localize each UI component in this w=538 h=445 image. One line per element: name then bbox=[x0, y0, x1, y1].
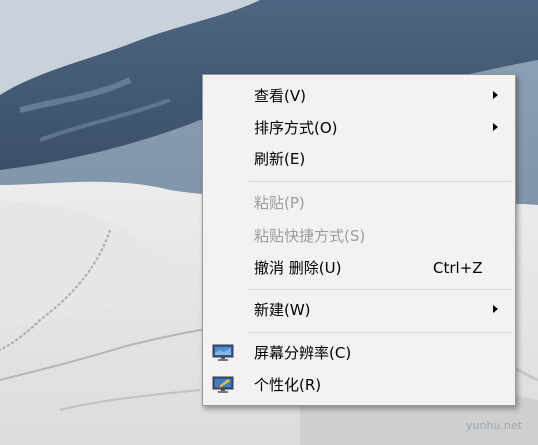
menu-item-paste-shortcut[interactable]: 粘贴快捷方式(S) bbox=[203, 221, 515, 251]
menu-item-new[interactable]: 新建(W) bbox=[203, 295, 515, 325]
menu-item-label: 查看(V) bbox=[254, 87, 306, 105]
menu-item-view[interactable]: 查看(V) bbox=[203, 81, 515, 111]
menu-item-shortcut: Ctrl+Z bbox=[433, 259, 483, 277]
personalize-icon bbox=[212, 376, 234, 393]
menu-item-label: 屏幕分辨率(C) bbox=[254, 344, 352, 362]
menu-separator bbox=[249, 289, 511, 290]
menu-item-label: 个性化(R) bbox=[254, 376, 322, 394]
menu-item-label: 刷新(E) bbox=[254, 150, 306, 168]
submenu-arrow-icon bbox=[493, 305, 498, 313]
menu-item-label: 新建(W) bbox=[254, 301, 311, 319]
menu-item-screen-resolution[interactable]: 屏幕分辨率(C) bbox=[203, 338, 515, 368]
menu-item-paste[interactable]: 粘贴(P) bbox=[203, 188, 515, 218]
menu-item-label: 排序方式(O) bbox=[254, 119, 338, 137]
menu-item-label: 粘贴快捷方式(S) bbox=[254, 227, 366, 245]
desktop-context-menu: 查看(V) 排序方式(O) 刷新(E) 粘贴(P) 粘贴快捷方式(S) 撤消 删… bbox=[202, 74, 516, 406]
menu-item-label: 撤消 删除(U) bbox=[254, 259, 342, 277]
menu-item-sort-by[interactable]: 排序方式(O) bbox=[203, 113, 515, 143]
menu-item-label: 粘贴(P) bbox=[254, 194, 305, 212]
menu-item-undo-delete[interactable]: 撤消 删除(U) Ctrl+Z bbox=[203, 253, 515, 283]
submenu-arrow-icon bbox=[493, 91, 498, 99]
submenu-arrow-icon bbox=[493, 123, 498, 131]
menu-separator bbox=[249, 181, 511, 182]
menu-separator bbox=[249, 332, 511, 333]
menu-item-personalize[interactable]: 个性化(R) bbox=[203, 370, 515, 400]
menu-item-refresh[interactable]: 刷新(E) bbox=[203, 144, 515, 174]
watermark-text: yunhu.net bbox=[466, 419, 522, 432]
display-icon bbox=[212, 344, 234, 361]
